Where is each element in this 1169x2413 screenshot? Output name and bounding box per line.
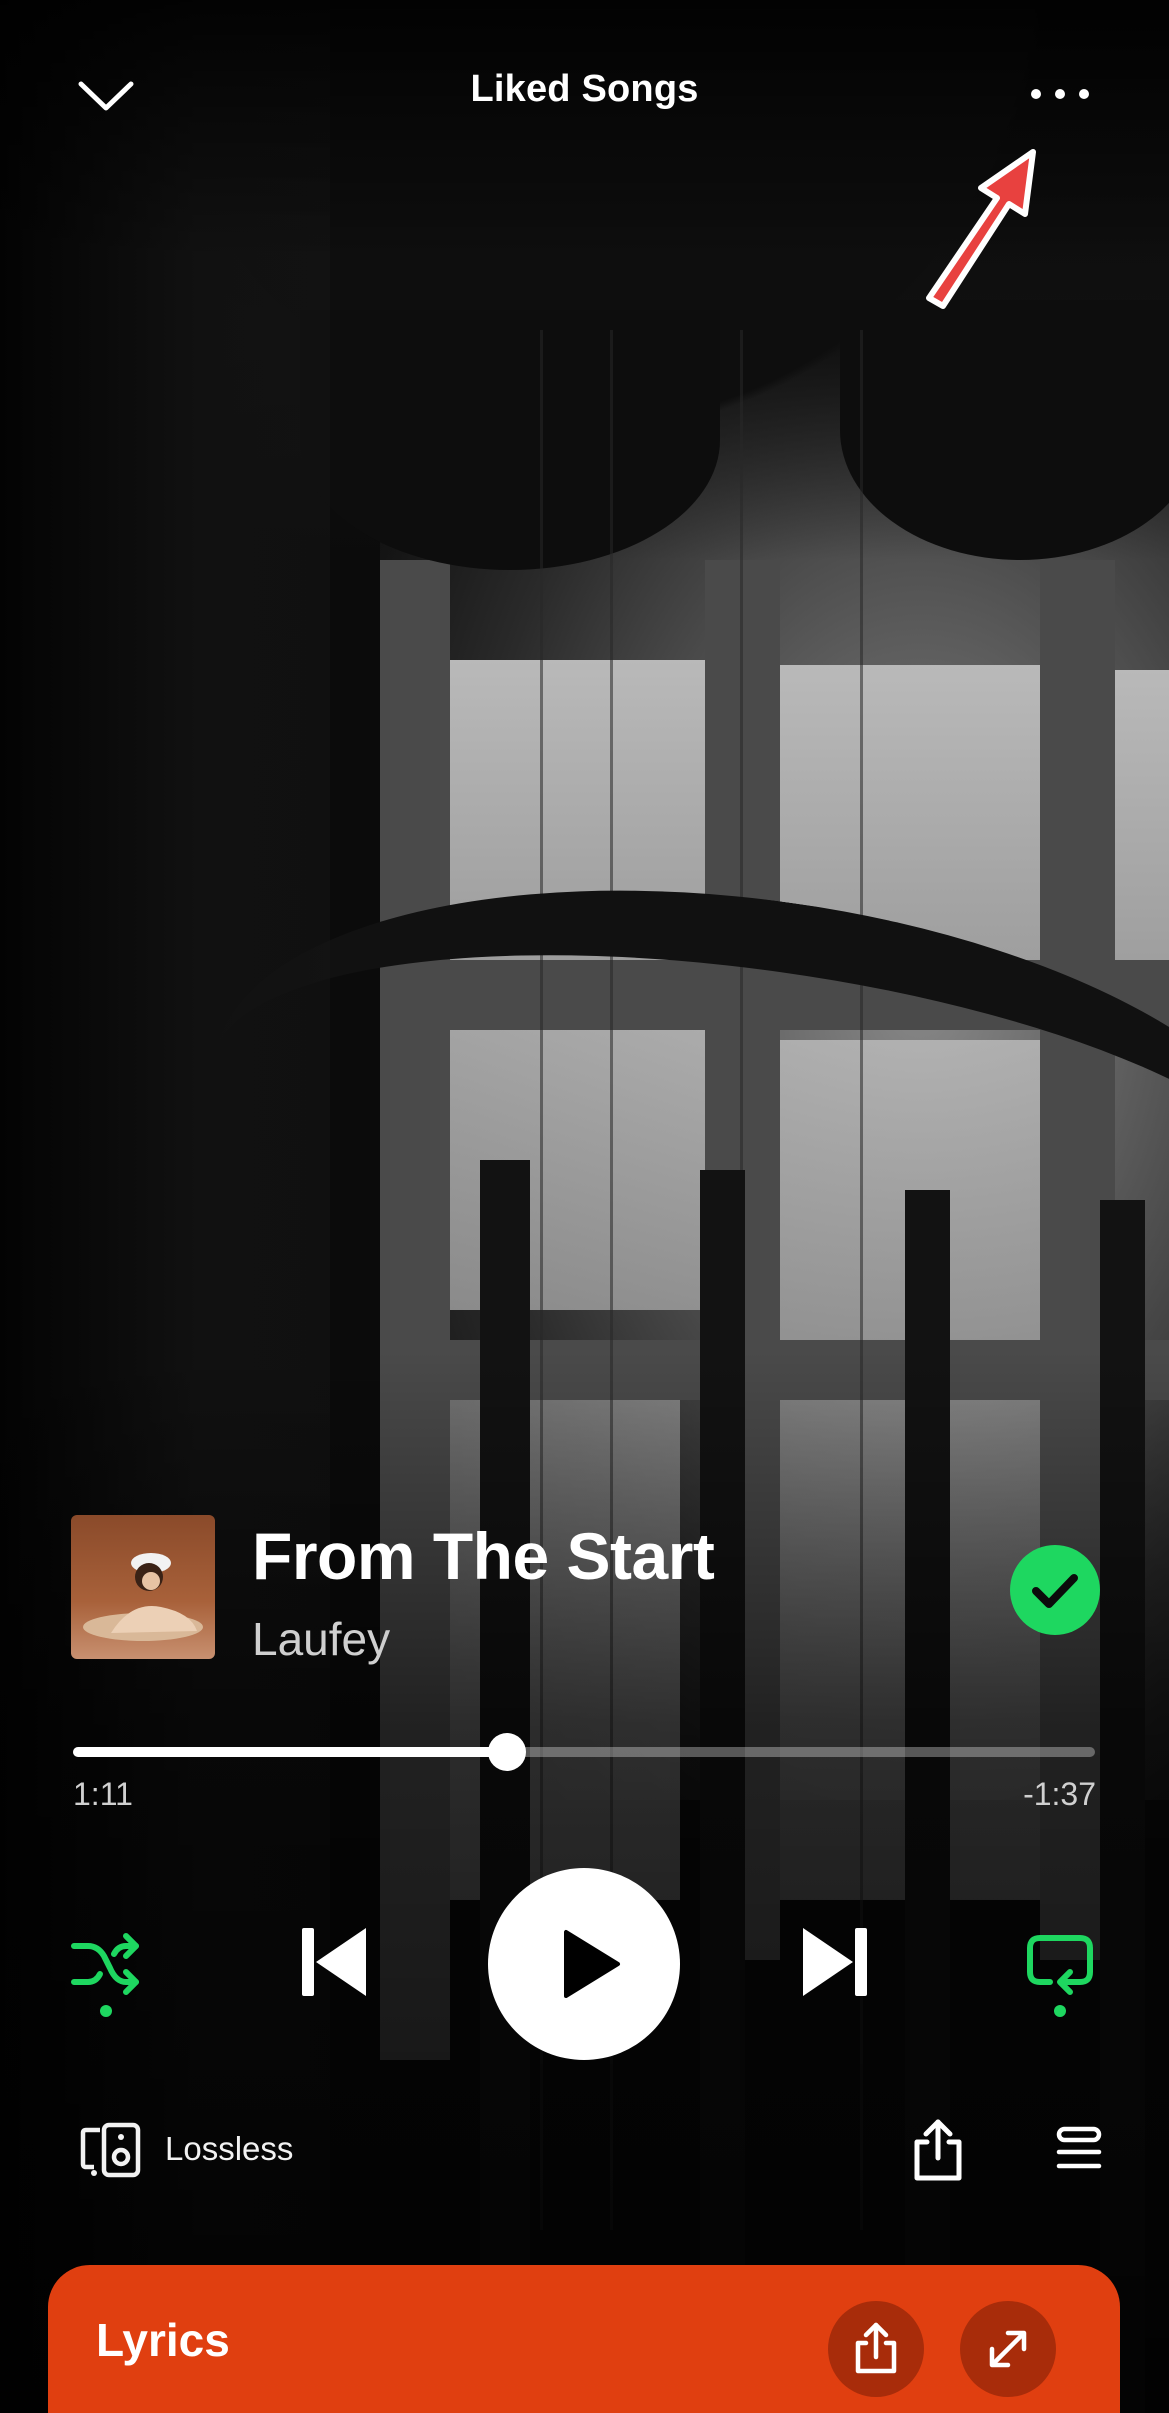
lyrics-expand-button[interactable]	[960, 2301, 1056, 2397]
share-icon	[855, 2322, 897, 2374]
play-icon	[564, 1930, 620, 1998]
liked-button[interactable]	[1010, 1545, 1100, 1635]
progress-bar[interactable]	[73, 1733, 1095, 1771]
track-artist[interactable]: Laufey	[252, 1612, 390, 1666]
annotation-arrow-icon	[926, 149, 1036, 309]
album-cover[interactable]	[71, 1515, 215, 1659]
remaining-time: -1:37	[1023, 1776, 1096, 1812]
repeat-icon[interactable]	[1026, 1932, 1094, 1996]
speaker-device-icon[interactable]	[80, 2122, 142, 2178]
track-title[interactable]: From The Start	[252, 1518, 715, 1594]
progress-fill	[73, 1747, 508, 1757]
more-options-icon[interactable]	[1028, 82, 1092, 106]
lyrics-card[interactable]: Lyrics	[48, 2265, 1120, 2413]
page-title: Liked Songs	[470, 68, 699, 110]
lyrics-share-button[interactable]	[828, 2301, 924, 2397]
shuffle-active-dot	[100, 2005, 112, 2017]
shuffle-icon[interactable]	[70, 1932, 142, 1996]
queue-icon[interactable]	[1055, 2126, 1103, 2172]
share-icon[interactable]	[911, 2118, 965, 2182]
expand-icon	[989, 2330, 1027, 2368]
now-playing-screen: Liked Songs From The Start Laufey 1:11 -…	[0, 0, 1169, 2413]
check-circle-icon	[1032, 1574, 1078, 1608]
skip-next-icon[interactable]	[801, 1926, 869, 1998]
play-button[interactable]	[488, 1868, 680, 2060]
repeat-active-dot	[1054, 2005, 1066, 2017]
device-label[interactable]: Lossless	[165, 2130, 293, 2168]
skip-previous-icon[interactable]	[300, 1926, 368, 1998]
lyrics-title: Lyrics	[96, 2314, 230, 2366]
elapsed-time: 1:11	[73, 1776, 133, 1812]
